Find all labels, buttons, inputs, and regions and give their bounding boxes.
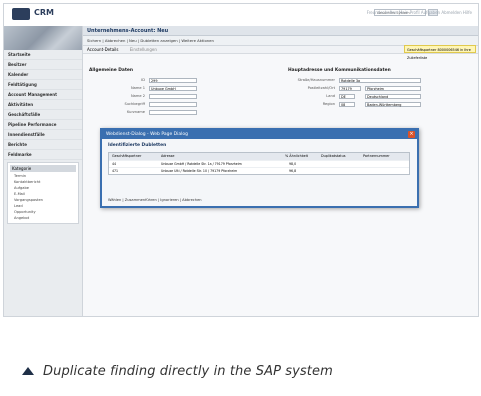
- caption-text: Duplicate finding directly in the SAP sy…: [43, 364, 333, 379]
- field-label: Kurzname: [126, 110, 145, 114]
- country-name-field: Deutschland: [365, 94, 421, 99]
- section-title: Account-Details: [87, 47, 119, 52]
- city-field[interactable]: Pforzheim: [365, 86, 421, 91]
- name2-field[interactable]: [149, 94, 197, 99]
- category-panel-title: Kategorie: [10, 165, 76, 172]
- dialog-actions[interactable]: Wählen | Zusammenführen | Ignorieren | A…: [108, 198, 202, 202]
- name1-field[interactable]: Unbuxe GmbH: [149, 86, 197, 91]
- street-field[interactable]: Rotdelle 3a: [339, 78, 421, 83]
- column-header[interactable]: Adresse: [161, 153, 174, 160]
- similarity-cell: 96,8: [289, 169, 297, 173]
- table-header: Geschäftspartner Adresse % Ähnlichkeit D…: [109, 153, 409, 160]
- app-logo-text: CRM: [34, 8, 54, 17]
- partner-id-cell[interactable]: 471: [112, 168, 118, 174]
- info-hint: Geschäftspartner 8000006546 in Ihre Zuli…: [404, 45, 476, 60]
- short-name-field[interactable]: [149, 110, 197, 115]
- category-panel: Kategorie Termin Kontaktbericht Aufgabe …: [7, 162, 79, 224]
- table-row[interactable]: 471 Unbuxe Ulti / Rotdelle Str. 10 / 791…: [109, 167, 409, 174]
- general-data-title: Allgemeine Daten: [89, 68, 134, 73]
- column-header[interactable]: % Ähnlichkeit: [285, 153, 308, 160]
- postal-code-field[interactable]: 79179: [339, 86, 361, 91]
- region-name-field: Baden-Württemberg: [365, 102, 421, 107]
- table-row[interactable]: 44 Unbuxe GmbH / Rotdelle Str. 1a / 7917…: [109, 160, 409, 167]
- address-column: Hauptadresse und Kommunikationsdaten: [288, 68, 391, 73]
- field-label: ID: [141, 78, 145, 82]
- region-field[interactable]: 08: [339, 102, 355, 107]
- nav-item[interactable]: Berichte: [4, 140, 82, 150]
- nav-item[interactable]: Geschäftsfälle: [4, 110, 82, 120]
- field-label: Name 2: [130, 94, 145, 98]
- duplicate-dialog: Webdienst-Dialog - Web Page Dialog × Ide…: [100, 128, 419, 208]
- search-term-field[interactable]: [149, 102, 197, 107]
- nav-banner-image: [4, 26, 82, 50]
- page-title: Unternehmens-Account: Neu: [83, 26, 478, 36]
- field-label: Postleitzahl/Ort: [307, 86, 335, 90]
- column-header[interactable]: Geschäftspartner: [112, 153, 141, 160]
- id-field[interactable]: 299: [149, 78, 197, 83]
- dialog-heading: Identifizierte Dubletten: [108, 143, 167, 148]
- field-label: Name 1: [130, 86, 145, 90]
- general-data-column: Allgemeine Daten: [89, 68, 133, 73]
- nav-item[interactable]: Feldtätigung: [4, 80, 82, 90]
- sap-logo-icon: [12, 8, 30, 20]
- nav-item[interactable]: Innendienstfälle: [4, 130, 82, 140]
- address-cell: Unbuxe Ulti / Rotdelle Str. 10 / 79179 P…: [161, 169, 238, 173]
- field-label: Region: [322, 102, 335, 106]
- field-label: Land: [326, 94, 335, 98]
- field-label: Straße/Hausnummer: [297, 78, 335, 82]
- country-field[interactable]: DE: [339, 94, 355, 99]
- address-title: Hauptadresse und Kommunikationsdaten: [288, 68, 391, 73]
- nav-item[interactable]: Feldmarke: [4, 150, 82, 160]
- nav-item[interactable]: Aktivitäten: [4, 100, 82, 110]
- top-header: CRM Gesamtes System Freundschaften Mein …: [4, 4, 478, 27]
- column-header[interactable]: Duplikatstatus: [321, 153, 346, 160]
- screenshot-frame: CRM Gesamtes System Freundschaften Mein …: [3, 3, 479, 317]
- column-header[interactable]: Partnernummer: [363, 153, 390, 160]
- top-links[interactable]: Freundschaften Mein Profil Aufgaben Abme…: [367, 10, 472, 15]
- nav-item[interactable]: Besitzer: [4, 60, 82, 70]
- left-navigation: Startseite Besitzer Kalender Feldtätigun…: [4, 26, 83, 316]
- duplicates-table: Geschäftspartner Adresse % Ähnlichkeit D…: [108, 152, 410, 175]
- nav-item[interactable]: Startseite: [4, 50, 82, 60]
- field-label: Suchbegriff: [124, 102, 145, 106]
- nav-item[interactable]: Kalender: [4, 70, 82, 80]
- nav-item[interactable]: Account Management: [4, 90, 82, 100]
- section-settings-link[interactable]: Einstellungen: [130, 47, 157, 52]
- nav-item[interactable]: Pipeline Performance: [4, 120, 82, 130]
- triangle-icon: [22, 367, 34, 375]
- category-item[interactable]: Angebot: [10, 215, 76, 221]
- close-icon[interactable]: ×: [408, 131, 415, 138]
- dialog-title: Webdienst-Dialog - Web Page Dialog: [102, 130, 417, 139]
